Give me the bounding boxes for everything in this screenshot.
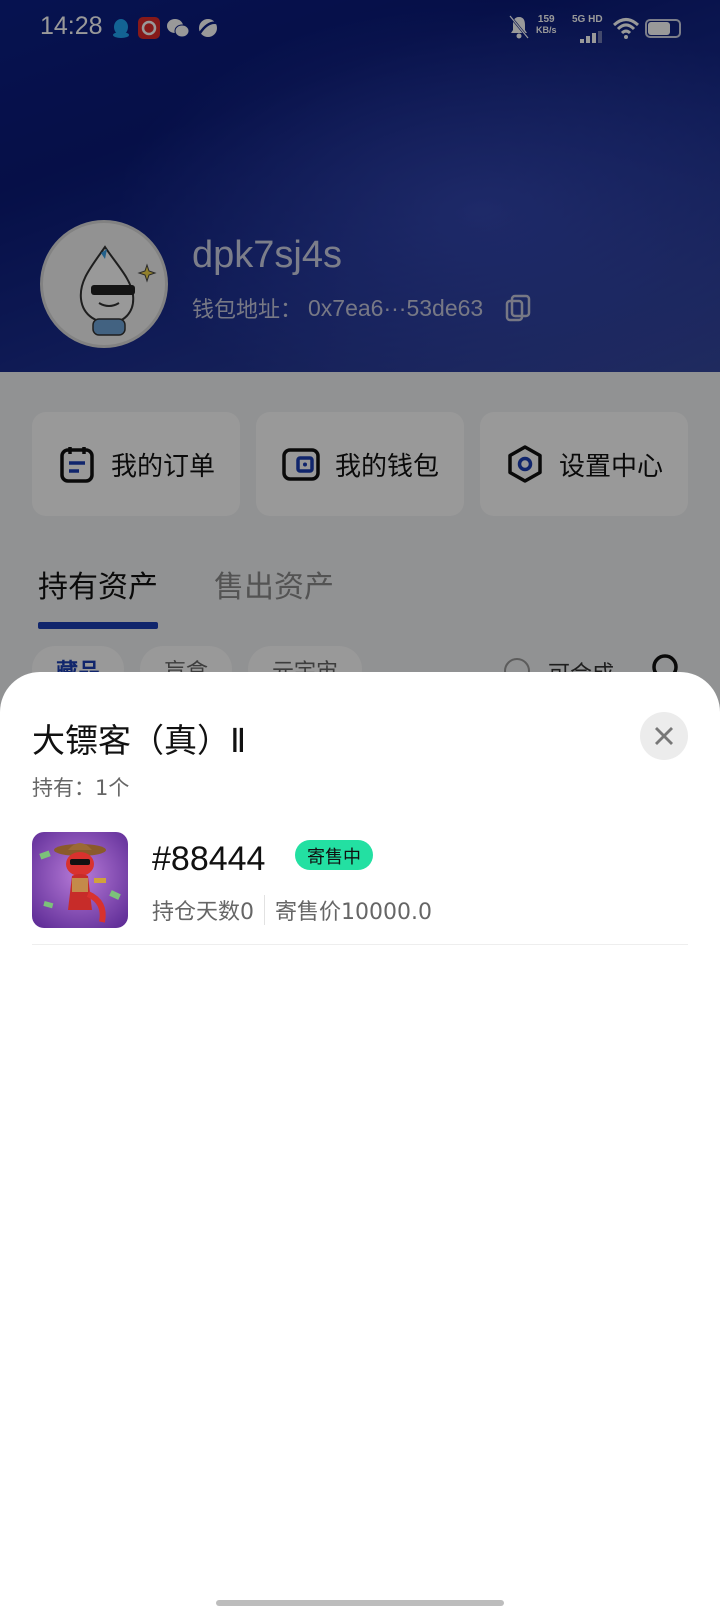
close-icon (655, 727, 673, 745)
status-badge: 寄售中 (295, 840, 373, 870)
sheet-title: 大镖客（真）Ⅱ (32, 721, 247, 760)
home-indicator[interactable] (216, 1600, 504, 1606)
hold-days: 持仓天数0 (152, 900, 254, 925)
hold-count: 持有：1个 (32, 776, 130, 800)
close-button[interactable] (640, 712, 688, 760)
asset-meta: 持仓天数0 寄售价10000.0 (152, 894, 432, 926)
consign-price: 寄售价10000.0 (275, 900, 432, 925)
meta-divider (264, 895, 265, 925)
asset-thumbnail (32, 832, 128, 928)
asset-item[interactable]: #88444 寄售中 持仓天数0 寄售价10000.0 (32, 832, 688, 945)
asset-detail-sheet: 大镖客（真）Ⅱ 持有：1个 #88444 寄售中 持仓天数0 寄售价10000.… (0, 672, 720, 1612)
asset-number: #88444 (152, 840, 266, 878)
